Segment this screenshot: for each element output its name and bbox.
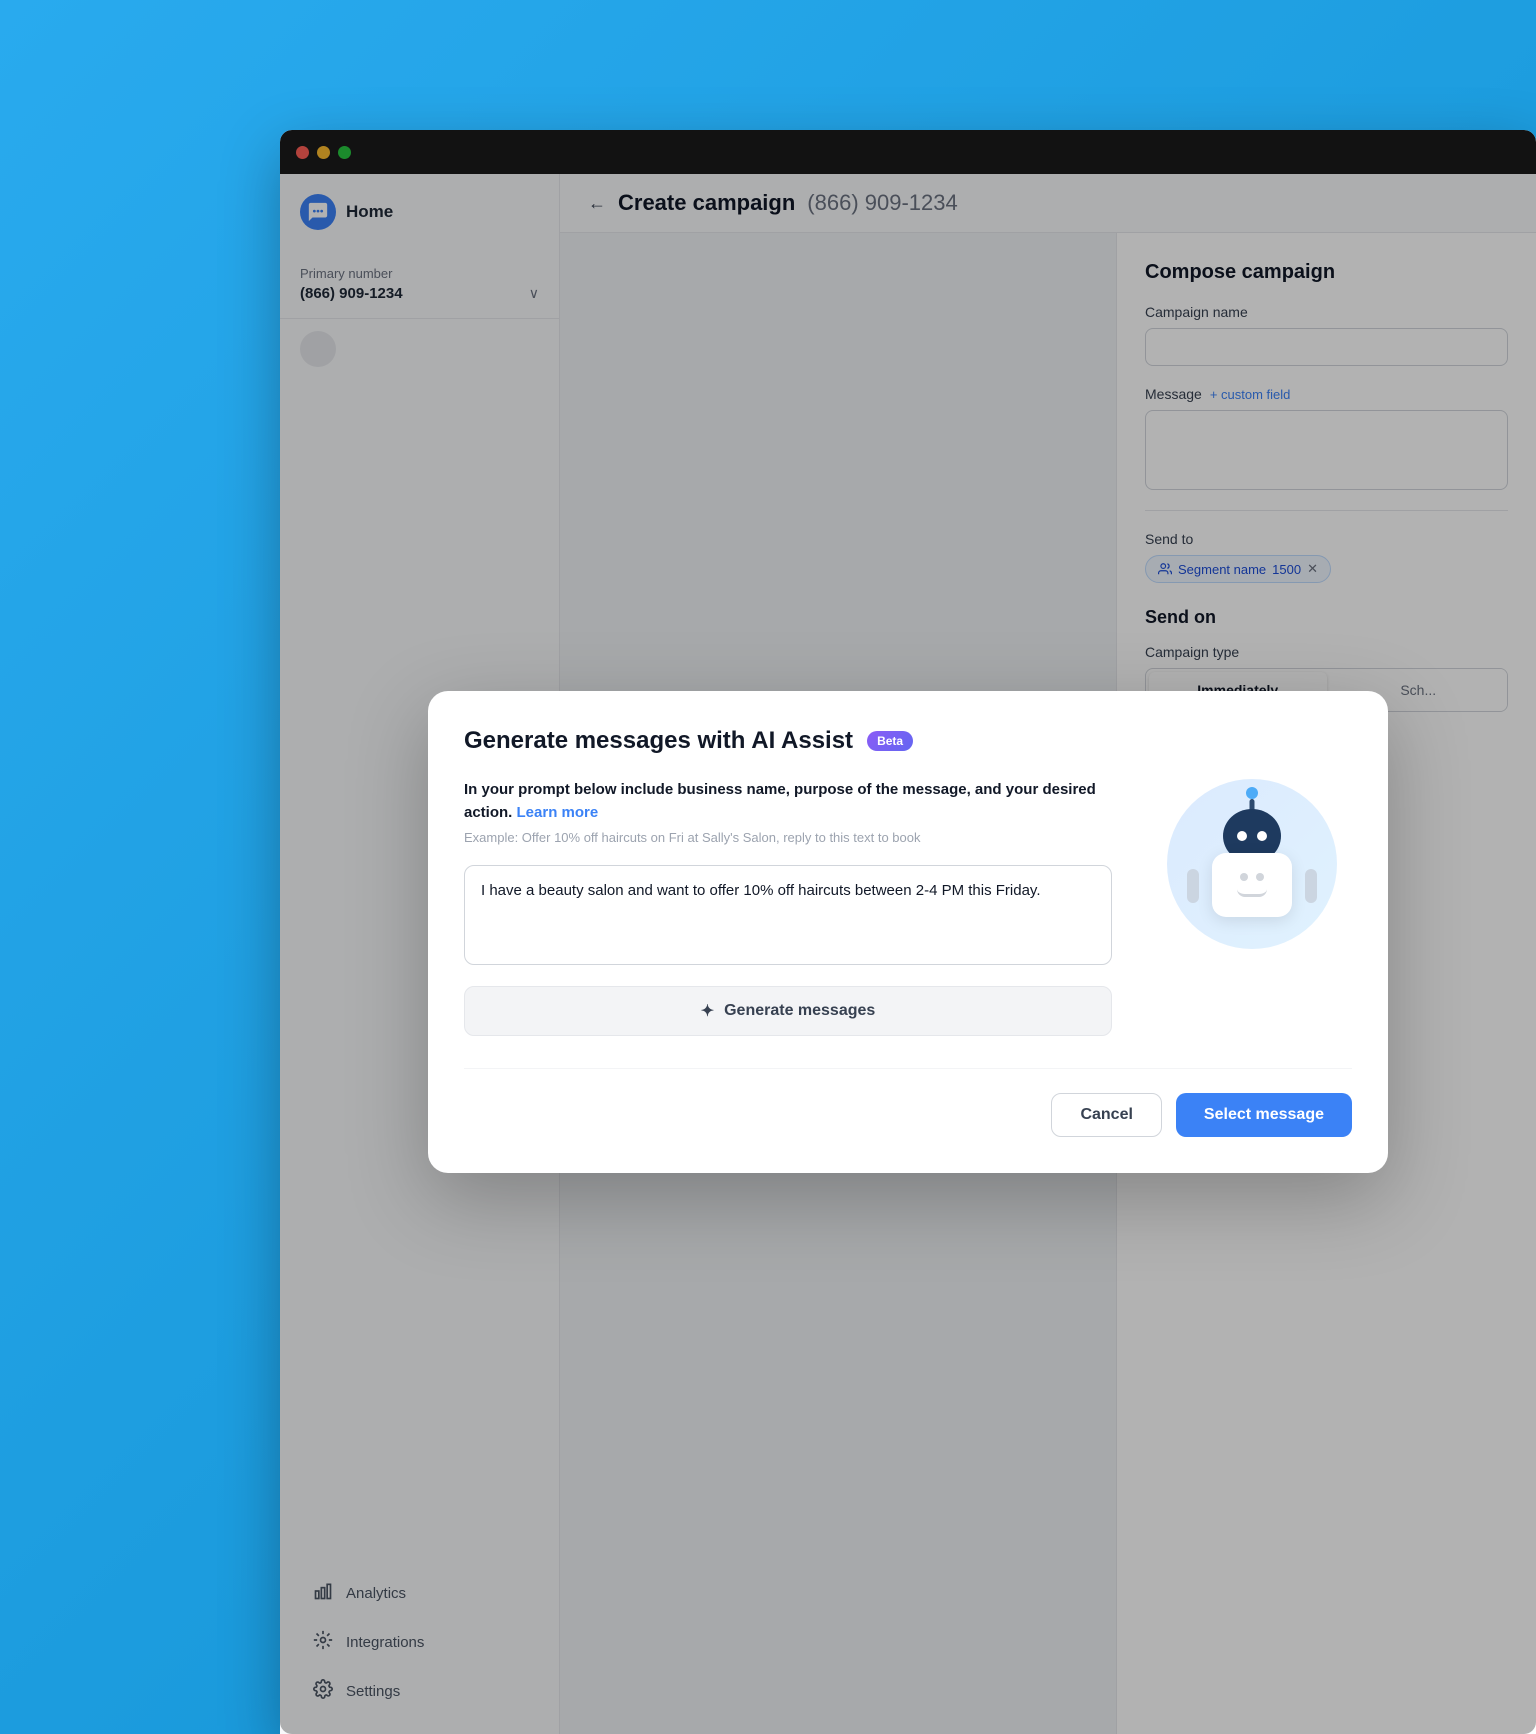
robot-antenna-tip — [1246, 787, 1258, 799]
robot-eyes — [1237, 831, 1267, 841]
robot-body — [1212, 853, 1292, 917]
modal-header: Generate messages with AI Assist Beta — [464, 727, 1352, 755]
prompt-textarea[interactable]: I have a beauty salon and want to offer … — [464, 865, 1112, 965]
robot-body-eyes — [1240, 873, 1264, 881]
robot-left-eye — [1237, 831, 1247, 841]
app-window: Home Primary number (866) 909-1234 ∨ — [280, 130, 1536, 1734]
modal-footer: Cancel Select message — [464, 1068, 1352, 1137]
robot-body-right-eye — [1256, 873, 1264, 881]
learn-more-link[interactable]: Learn more — [517, 804, 599, 821]
modal-description: In your prompt below include business na… — [464, 779, 1112, 824]
description-text-1: In your prompt below include business na… — [464, 781, 1002, 798]
robot-right-eye — [1257, 831, 1267, 841]
modal-left: In your prompt below include business na… — [464, 779, 1112, 1036]
generate-icon: ✦ — [701, 1001, 714, 1021]
robot-left-arm — [1187, 869, 1199, 903]
robot-right-arm — [1305, 869, 1317, 903]
cancel-button[interactable]: Cancel — [1051, 1093, 1161, 1137]
modal-title: Generate messages with AI Assist — [464, 727, 853, 755]
example-text: Example: Offer 10% off haircuts on Fri a… — [464, 830, 1112, 845]
modal-body: In your prompt below include business na… — [464, 779, 1352, 1036]
generate-btn-label: Generate messages — [724, 1002, 875, 1020]
modal-overlay: Generate messages with AI Assist Beta In… — [280, 130, 1536, 1734]
ai-assist-modal: Generate messages with AI Assist Beta In… — [428, 691, 1388, 1173]
robot-mouth — [1237, 889, 1267, 897]
generate-messages-button[interactable]: ✦ Generate messages — [464, 986, 1112, 1036]
robot-illustration — [1167, 779, 1337, 949]
select-message-button[interactable]: Select message — [1176, 1093, 1352, 1137]
beta-badge: Beta — [867, 731, 913, 751]
robot-figure — [1197, 809, 1307, 919]
robot-body-left-eye — [1240, 873, 1248, 881]
modal-right — [1152, 779, 1352, 949]
